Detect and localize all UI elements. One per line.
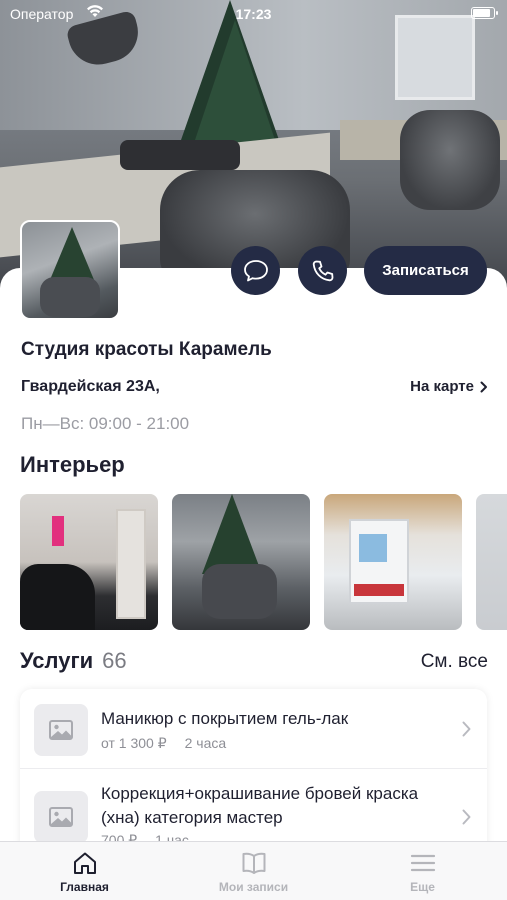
tab-my-bookings-label: Мои записи [218,880,289,894]
services-count: 66 [102,648,127,673]
services-heading-label: Услуги [20,648,94,673]
image-placeholder-icon [34,791,88,843]
service-name: Маникюр с покрытием гель-лак [101,709,349,728]
chevron-right-icon [462,721,471,737]
chevron-right-icon [462,809,471,825]
photo-pink-box [52,516,64,546]
tab-my-bookings[interactable]: Мои записи [169,842,338,900]
tab-home[interactable]: Главная [0,842,169,900]
service-item[interactable]: Маникюр с покрытием гель-лак от 1 300 ₽ 2… [20,689,487,769]
book-button[interactable]: Записаться [364,246,487,295]
status-time: 17:23 [235,6,272,22]
salon-avatar[interactable] [20,220,120,320]
photo-chair [202,564,277,619]
photo-armchair [20,564,95,630]
photo-screen [359,534,387,562]
see-all-link[interactable]: См. все [421,651,488,673]
menu-icon [338,851,507,877]
interior-photo[interactable] [476,494,507,630]
home-icon [0,851,169,877]
service-name: Коррекция+окрашивание бровей краска (хна… [101,784,419,827]
battery-level [473,9,490,17]
salon-address: Гвардейская 23А, [21,378,160,395]
service-meta: от 1 300 ₽ 2 часа [101,735,226,752]
service-price: от 1 300 ₽ [101,735,167,751]
interior-photo[interactable] [172,494,310,630]
battery-icon [471,7,498,19]
map-link[interactable]: На карте [410,378,488,395]
hero-chair-right [400,110,500,210]
book-icon [169,851,338,877]
message-button[interactable] [231,246,280,295]
call-button[interactable] [298,246,347,295]
interior-photo[interactable] [20,494,158,630]
tab-more[interactable]: Еще [338,842,507,900]
interior-gallery[interactable] [20,494,507,630]
chat-bubble-icon [243,259,268,281]
salon-name: Студия красоты Карамель [21,339,272,360]
service-duration: 2 часа [184,735,227,751]
services-heading: Услуги 66 [20,648,127,674]
status-bar: Оператор 17:23 [0,0,507,26]
chevron-right-icon [480,381,487,392]
photo-tree [202,494,262,574]
photo-red-panel [354,584,404,596]
working-hours: Пн—Вс: 09:00 - 21:00 [21,414,190,433]
tab-more-label: Еще [410,880,435,894]
map-link-label: На карте [410,378,474,395]
interior-heading: Интерьер [20,452,125,477]
service-item[interactable]: Коррекция+окрашивание бровей краска (хна… [20,771,487,851]
tab-bar: Главная Мои записи Еще [0,841,507,900]
phone-icon [312,260,333,281]
hero-armrest [120,140,240,170]
image-placeholder-icon [34,704,88,756]
hero-window [395,15,475,100]
avatar-chair [40,277,100,317]
photo-mirror [116,509,146,619]
interior-photo[interactable] [324,494,462,630]
tab-home-label: Главная [60,880,109,894]
